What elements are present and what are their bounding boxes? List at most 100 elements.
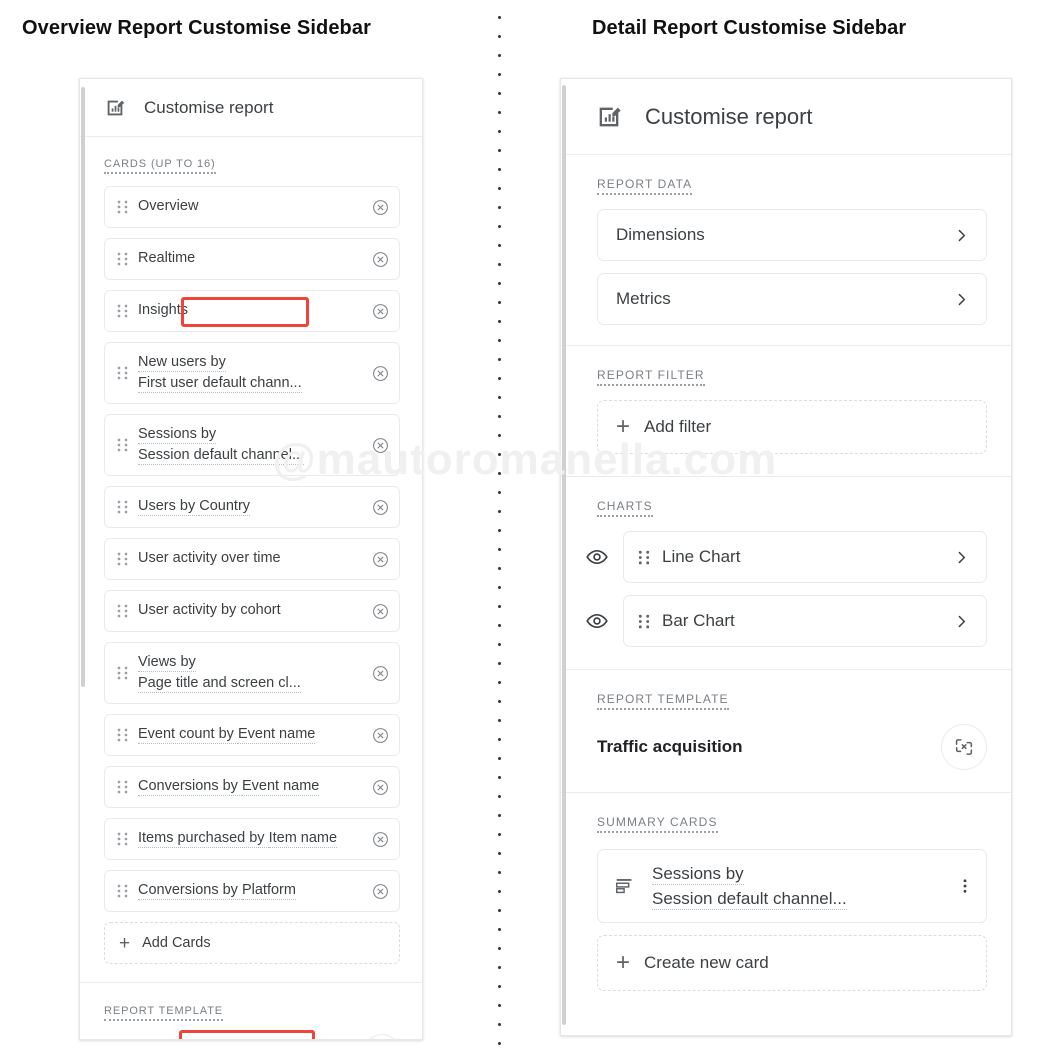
card-row[interactable]: Overview — [104, 186, 400, 228]
drag-handle-icon[interactable] — [117, 603, 128, 619]
remove-card-icon[interactable] — [372, 831, 389, 848]
drag-handle-icon[interactable] — [117, 365, 128, 381]
card-label: Views by Page title and screen cl... — [138, 653, 301, 693]
add-cards-button[interactable]: + Add Cards — [104, 922, 400, 964]
plus-icon: + — [119, 932, 131, 954]
metrics-row[interactable]: Metrics — [597, 273, 987, 325]
card-label: Conversions by Event name — [138, 778, 320, 797]
drag-handle-icon[interactable] — [117, 499, 128, 515]
create-new-card-button[interactable]: + Create new card — [597, 935, 987, 991]
card-label: User activity over time — [138, 550, 281, 567]
remove-card-icon[interactable] — [372, 551, 389, 568]
drag-handle-icon[interactable] — [117, 303, 128, 319]
report-data-label-wrap: REPORT DATA — [561, 155, 1011, 209]
card-label: Conversions by Platform — [138, 882, 296, 901]
card-label: Event count by Event name — [138, 726, 316, 745]
dimensions-row[interactable]: Dimensions — [597, 209, 987, 261]
card-row[interactable]: User activity over time — [104, 538, 400, 580]
detail-sidebar-title: Customise report — [645, 103, 813, 129]
card-row[interactable]: User activity by cohort — [104, 590, 400, 632]
card-row[interactable]: Realtime — [104, 238, 400, 280]
card-label: Overview — [138, 198, 199, 215]
report-filter-label-wrap: REPORT FILTER — [561, 346, 1011, 400]
chart-line-item: Bar Chart — [561, 595, 987, 647]
more-vertical-icon[interactable] — [956, 877, 974, 895]
template-section-label-wrap: REPORT TEMPLATE — [80, 983, 422, 1034]
overview-scrollbar[interactable] — [80, 79, 86, 1039]
remove-card-icon[interactable] — [372, 779, 389, 796]
drag-handle-icon[interactable] — [117, 551, 128, 567]
drag-handle-icon[interactable] — [117, 883, 128, 899]
detail-customise-sidebar: Customise report REPORT DATA Dimensions … — [560, 78, 1012, 1036]
detail-report-template-row[interactable]: Traffic acquisition — [561, 724, 1011, 770]
remove-card-icon[interactable] — [372, 365, 389, 382]
card-label: Realtime — [138, 250, 196, 267]
drag-handle-icon[interactable] — [117, 199, 128, 215]
overview-customise-sidebar: Customise report CARDS (UP TO 16) Overvi… — [79, 78, 423, 1040]
chart-label: Line Chart — [662, 547, 741, 566]
detail-report-template-name: Traffic acquisition — [597, 737, 743, 756]
drag-handle-icon[interactable] — [638, 613, 650, 630]
chart-row[interactable]: Bar Chart — [623, 595, 987, 647]
report-template-row[interactable]: Reports snapshot — [80, 1034, 422, 1039]
summary-cards-label-wrap: SUMMARY CARDS — [561, 793, 1011, 849]
overview-column-title: Overview Report Customise Sidebar — [22, 17, 371, 39]
card-row[interactable]: Conversions by Platform — [104, 870, 400, 912]
summary-card-row[interactable]: Sessions by Session default channel... — [597, 849, 987, 923]
chevron-right-icon — [953, 613, 970, 630]
remove-card-icon[interactable] — [372, 199, 389, 216]
remove-card-icon[interactable] — [372, 303, 389, 320]
remove-card-icon[interactable] — [372, 251, 389, 268]
card-row[interactable]: Event count by Event name — [104, 714, 400, 756]
remove-card-icon[interactable] — [372, 603, 389, 620]
chevron-right-icon — [953, 227, 970, 244]
card-label: Sessions by Session default channel... — [138, 425, 305, 465]
chart-row[interactable]: Line Chart — [623, 531, 987, 583]
plus-icon: + — [616, 413, 631, 440]
drag-handle-icon[interactable] — [117, 665, 128, 681]
remove-card-icon[interactable] — [372, 665, 389, 682]
remove-card-icon[interactable] — [372, 883, 389, 900]
eye-icon[interactable] — [585, 545, 609, 569]
detail-template-label-wrap: REPORT TEMPLATE — [561, 670, 1011, 724]
edit-chart-icon — [104, 97, 126, 119]
swap-template-icon — [953, 736, 975, 758]
drag-handle-icon[interactable] — [117, 727, 128, 743]
drag-handle-icon[interactable] — [117, 251, 128, 267]
plus-icon: + — [616, 949, 631, 976]
card-row[interactable]: Users by Country — [104, 486, 400, 528]
drag-handle-icon[interactable] — [117, 831, 128, 847]
remove-card-icon[interactable] — [372, 499, 389, 516]
eye-icon[interactable] — [585, 609, 609, 633]
remove-card-icon[interactable] — [372, 437, 389, 454]
report-template-section-label: REPORT TEMPLATE — [104, 1005, 224, 1021]
screenshot-root: Overview Report Customise Sidebar Detail… — [0, 0, 1050, 1062]
drag-handle-icon[interactable] — [117, 779, 128, 795]
add-filter-button[interactable]: + Add filter — [597, 400, 987, 454]
chevron-right-icon — [953, 291, 970, 308]
chart-line-item: Line Chart — [561, 531, 987, 583]
card-row[interactable]: Insights — [104, 290, 400, 332]
drag-handle-icon[interactable] — [117, 437, 128, 453]
card-row[interactable]: New users by First user default chann... — [104, 342, 400, 404]
edit-chart-icon — [595, 103, 623, 131]
drag-handle-icon[interactable] — [638, 549, 650, 566]
cards-section-label-wrap: CARDS (UP TO 16) — [80, 137, 422, 186]
card-row[interactable]: Views by Page title and screen cl... — [104, 642, 400, 704]
card-label: Items purchased by Item name — [138, 830, 338, 849]
card-row[interactable]: Items purchased by Item name — [104, 818, 400, 860]
detail-scrollbar[interactable] — [561, 79, 567, 1035]
charts-section-label: CHARTS — [597, 499, 653, 517]
chevron-right-icon — [953, 549, 970, 566]
detail-column-title: Detail Report Customise Sidebar — [592, 17, 907, 39]
card-row[interactable]: Sessions by Session default channel... — [104, 414, 400, 476]
swap-template-button[interactable] — [941, 724, 987, 770]
cards-section-label: CARDS (UP TO 16) — [104, 158, 216, 174]
remove-card-icon[interactable] — [372, 727, 389, 744]
card-label: Users by Country — [138, 498, 251, 517]
swap-template-button[interactable] — [364, 1034, 400, 1039]
detail-report-template-section-label: REPORT TEMPLATE — [597, 692, 729, 710]
report-data-section-label: REPORT DATA — [597, 177, 693, 195]
card-row[interactable]: Conversions by Event name — [104, 766, 400, 808]
add-cards-label: Add Cards — [142, 935, 211, 951]
